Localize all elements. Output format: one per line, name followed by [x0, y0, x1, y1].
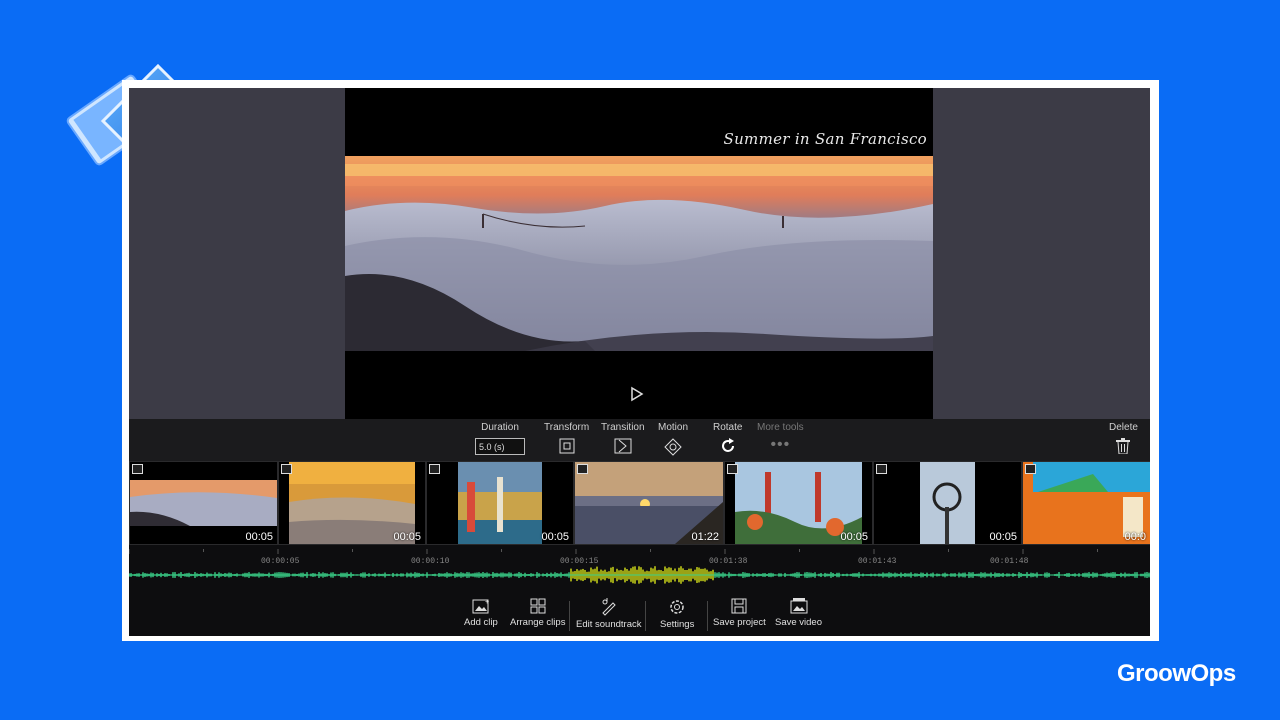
clip-thumbnail-4[interactable]: 01:22	[575, 462, 723, 544]
play-icon	[631, 386, 644, 402]
divider	[645, 601, 646, 631]
arrange-clips-button[interactable]: Arrange clips	[510, 598, 565, 628]
bottom-command-bar: + Add clip Arrange clips Edit soundtrack…	[129, 595, 1150, 636]
soundtrack-waveform[interactable]	[129, 545, 1150, 595]
save-project-button[interactable]: Save project	[713, 598, 766, 628]
add-clip-button[interactable]: + Add clip	[464, 598, 498, 628]
clip-thumbnail-2[interactable]: 00:05	[279, 462, 425, 544]
preview-right-pane	[933, 88, 1150, 419]
motion-button[interactable]: Motion	[658, 422, 688, 456]
clip-duration: 00:05	[541, 531, 569, 543]
video-preview[interactable]: Summer in San Francisco	[345, 88, 933, 419]
trash-icon	[1116, 438, 1131, 454]
edit-soundtrack-label: Edit soundtrack	[576, 619, 642, 630]
video-title-overlay: Summer in San Francisco	[723, 130, 927, 148]
save-video-button[interactable]: Save video	[775, 598, 822, 628]
transform-button[interactable]: Transform	[544, 422, 589, 454]
video-badge-icon	[577, 464, 588, 474]
save-disk-icon	[731, 598, 747, 614]
divider	[569, 601, 570, 631]
duration-tool: Duration	[475, 422, 525, 455]
save-project-label: Save project	[713, 617, 766, 628]
play-button[interactable]	[630, 386, 644, 407]
clip-strip: 00:05 00:05 00:05 01:22 00:05 00:05 00:0	[129, 461, 1150, 545]
preview-left-pane	[129, 88, 345, 419]
transform-icon	[559, 438, 575, 454]
motion-label: Motion	[658, 422, 689, 433]
divider	[707, 601, 708, 631]
clip-duration: 01:22	[691, 531, 719, 543]
clip-thumbnail-1[interactable]: 00:05	[130, 462, 277, 544]
rotate-icon	[721, 438, 734, 452]
save-video-icon	[790, 598, 807, 614]
transition-button[interactable]: Transition	[601, 422, 645, 454]
pen-music-icon	[602, 598, 616, 616]
motion-icon	[664, 438, 682, 456]
clip-duration: 00:05	[989, 531, 1017, 543]
edit-soundtrack-button[interactable]: Edit soundtrack	[576, 598, 641, 630]
clip-thumbnail-6[interactable]: 00:05	[874, 462, 1021, 544]
clip-duration: 00:0	[1124, 531, 1146, 543]
delete-label: Delete	[1109, 422, 1138, 433]
add-clip-icon: +	[472, 599, 489, 614]
settings-button[interactable]: Settings	[660, 598, 694, 630]
clip-thumbnail-3[interactable]: 00:05	[427, 462, 573, 544]
transition-icon	[614, 438, 632, 454]
settings-label: Settings	[660, 619, 695, 630]
clip-duration: 00:05	[245, 531, 273, 543]
duration-input[interactable]	[475, 438, 525, 455]
clip-duration: 00:05	[393, 531, 421, 543]
photo-badge-icon	[727, 464, 738, 474]
gear-icon	[670, 600, 684, 614]
clip-duration: 00:05	[840, 531, 868, 543]
preview-image	[345, 156, 933, 351]
save-video-label: Save video	[775, 617, 823, 628]
delete-button[interactable]: Delete	[1109, 422, 1138, 454]
timeline-ruler[interactable]: 00:00:05 00:00:10 00:00:15 00:01:38 00:0…	[129, 545, 1150, 595]
svg-text:+: +	[485, 599, 489, 606]
photo-badge-icon	[132, 464, 143, 474]
photo-badge-icon	[281, 464, 292, 474]
transform-label: Transform	[544, 422, 590, 433]
arrange-clips-label: Arrange clips	[510, 617, 566, 628]
more-tools-button[interactable]: More tools •••	[757, 422, 804, 453]
more-dots-icon: •••	[770, 436, 791, 453]
photo-badge-icon	[1025, 464, 1036, 474]
add-clip-label: Add clip	[464, 617, 498, 628]
duration-label: Duration	[481, 422, 519, 433]
clip-thumbnail-5[interactable]: 00:05	[725, 462, 872, 544]
rotate-label: Rotate	[713, 422, 743, 433]
photo-badge-icon	[429, 464, 440, 474]
edit-toolbar: Duration Transform Transition Motion Rot…	[129, 419, 1150, 461]
video-editor-app: Summer in San Francisco Duration 5.0 (s)…	[129, 88, 1150, 636]
brand-watermark: GroowOps	[1117, 660, 1236, 687]
rotate-button[interactable]: Rotate	[713, 422, 742, 454]
transition-label: Transition	[601, 422, 645, 433]
more-tools-label: More tools	[757, 422, 804, 433]
photo-badge-icon	[876, 464, 887, 474]
arrange-grid-icon	[530, 598, 546, 614]
clip-thumbnail-7[interactable]: 00:0	[1023, 462, 1150, 544]
